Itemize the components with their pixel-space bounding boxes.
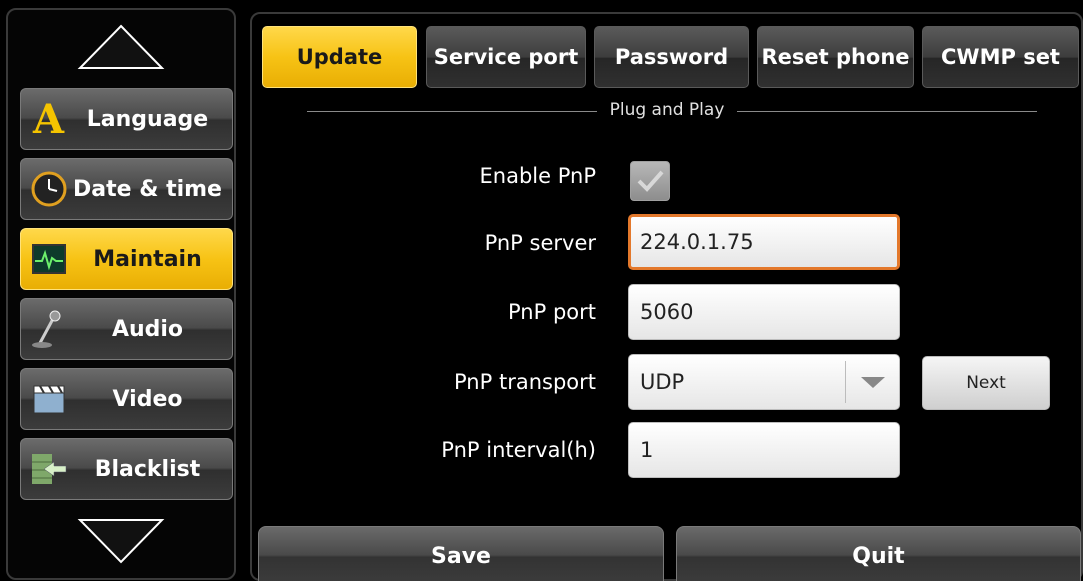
- pnp-interval-input[interactable]: 1: [628, 422, 900, 478]
- enable-pnp-checkbox[interactable]: [630, 161, 670, 201]
- sidebar-item-label: Audio: [111, 316, 184, 342]
- sidebar-item-video[interactable]: Video: [20, 368, 233, 430]
- pnp-transport-label: PnP transport: [454, 370, 596, 394]
- settings-panel: Update Service port Password Reset phone…: [250, 12, 1083, 581]
- sidebar-item-maintain[interactable]: Maintain: [20, 228, 233, 290]
- clock-icon: [29, 169, 69, 209]
- sidebar-item-date-time[interactable]: Date & time: [20, 158, 233, 220]
- quit-button[interactable]: Quit: [676, 526, 1081, 581]
- tab-password[interactable]: Password: [594, 26, 749, 88]
- sidebar-item-label: Blacklist: [94, 456, 201, 482]
- sidebar-item-label: Date & time: [73, 176, 222, 202]
- triangle-down-icon: [77, 519, 165, 564]
- tab-cwmp-set[interactable]: CWMP set: [922, 26, 1079, 88]
- section-divider-left: [307, 111, 597, 112]
- triangle-up-icon: [77, 24, 165, 69]
- tab-service-port[interactable]: Service port: [426, 26, 586, 88]
- pnp-transport-value: UDP: [640, 370, 685, 394]
- tab-reset-phone[interactable]: Reset phone: [757, 26, 914, 88]
- sidebar-item-audio[interactable]: Audio: [20, 298, 233, 360]
- pnp-server-label: PnP server: [484, 231, 596, 255]
- sidebar-item-label: Video: [112, 386, 183, 412]
- save-button[interactable]: Save: [258, 526, 664, 581]
- sidebar-item-blacklist[interactable]: Blacklist: [20, 438, 233, 500]
- pnp-port-input[interactable]: 5060: [628, 284, 900, 340]
- svg-text:A: A: [32, 99, 65, 139]
- checkmark-icon: [637, 170, 664, 192]
- clapperboard-icon: [29, 379, 69, 419]
- sidebar-item-label: Maintain: [93, 246, 202, 272]
- chevron-down-icon: [845, 361, 899, 403]
- section-divider-right: [737, 111, 1037, 112]
- section-title: Plug and Play: [609, 100, 725, 120]
- tab-update[interactable]: Update: [262, 26, 417, 88]
- enable-pnp-label: Enable PnP: [479, 164, 596, 188]
- wall-arrow-icon: [29, 449, 69, 489]
- pnp-interval-label: PnP interval(h): [441, 438, 596, 462]
- letter-a-icon: A: [29, 99, 69, 139]
- monitor-pulse-icon: [29, 239, 69, 279]
- scroll-down-button[interactable]: [8, 506, 234, 576]
- settings-sidebar: A Language Date & time Maintain Audio Vi…: [6, 8, 236, 580]
- sidebar-item-language[interactable]: A Language: [20, 88, 233, 150]
- next-button[interactable]: Next: [922, 356, 1050, 410]
- scroll-up-button[interactable]: [8, 12, 234, 82]
- pnp-transport-select[interactable]: UDP: [628, 354, 900, 410]
- pnp-server-input[interactable]: 224.0.1.75: [628, 214, 900, 270]
- sidebar-item-label: Language: [86, 106, 209, 132]
- pnp-port-label: PnP port: [508, 300, 596, 324]
- microphone-icon: [29, 309, 69, 349]
